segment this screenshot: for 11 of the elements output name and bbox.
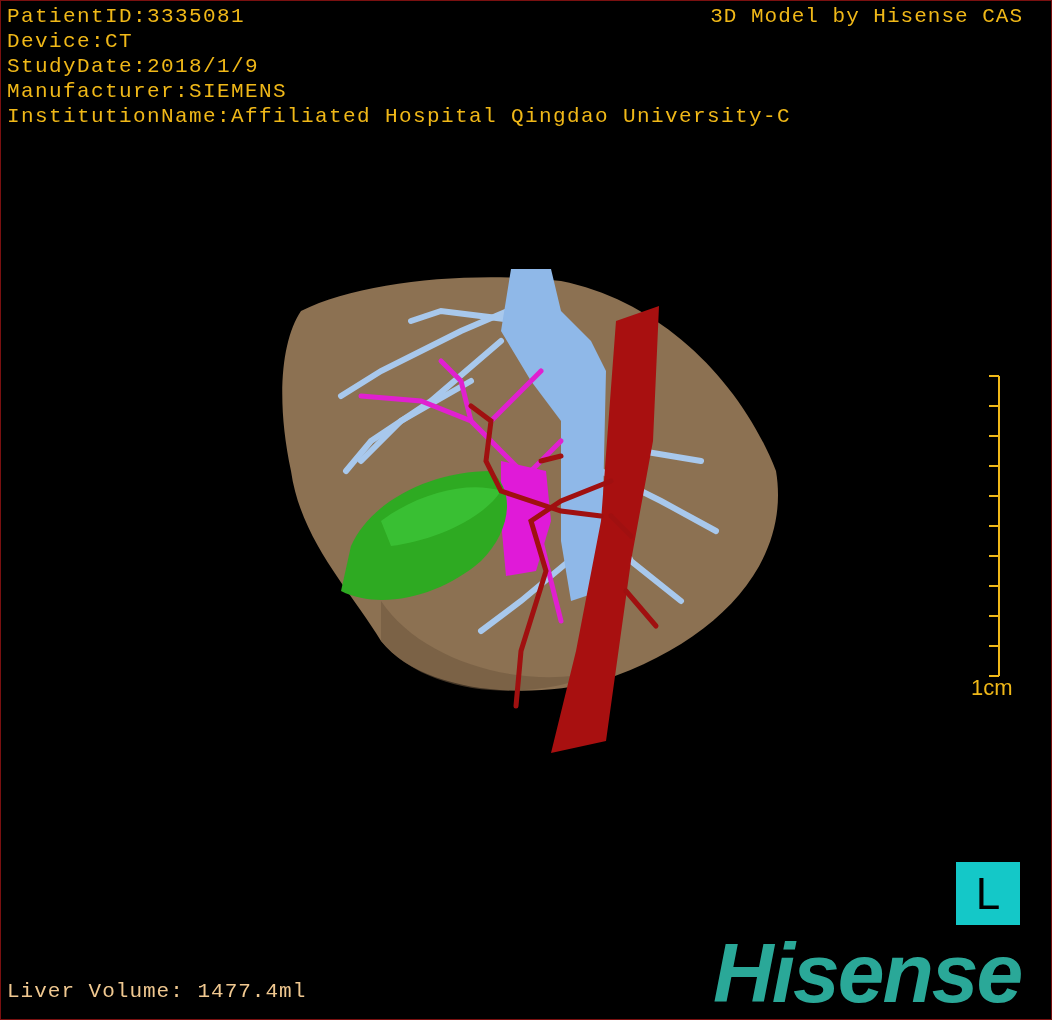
scale-bar-icon — [987, 374, 1003, 679]
model-credit: 3D Model by Hisense CAS — [710, 4, 1023, 29]
info-line: PatientID:3335081 — [7, 4, 246, 29]
liver-volume: Liver Volume: 1477.4ml — [7, 979, 307, 1004]
info-line: StudyDate:2018/1/9 — [7, 54, 260, 79]
orientation-marker: L — [956, 862, 1020, 925]
info-line: Manufacturer:SIEMENS — [7, 79, 288, 104]
info-line: Device:CT — [7, 29, 134, 54]
hisense-logo: Hisense — [713, 933, 1022, 1013]
info-line: InstitutionName:Affiliated Hospital Qingdao University-C — [7, 104, 792, 129]
scale-label: 1cm — [971, 676, 1013, 700]
